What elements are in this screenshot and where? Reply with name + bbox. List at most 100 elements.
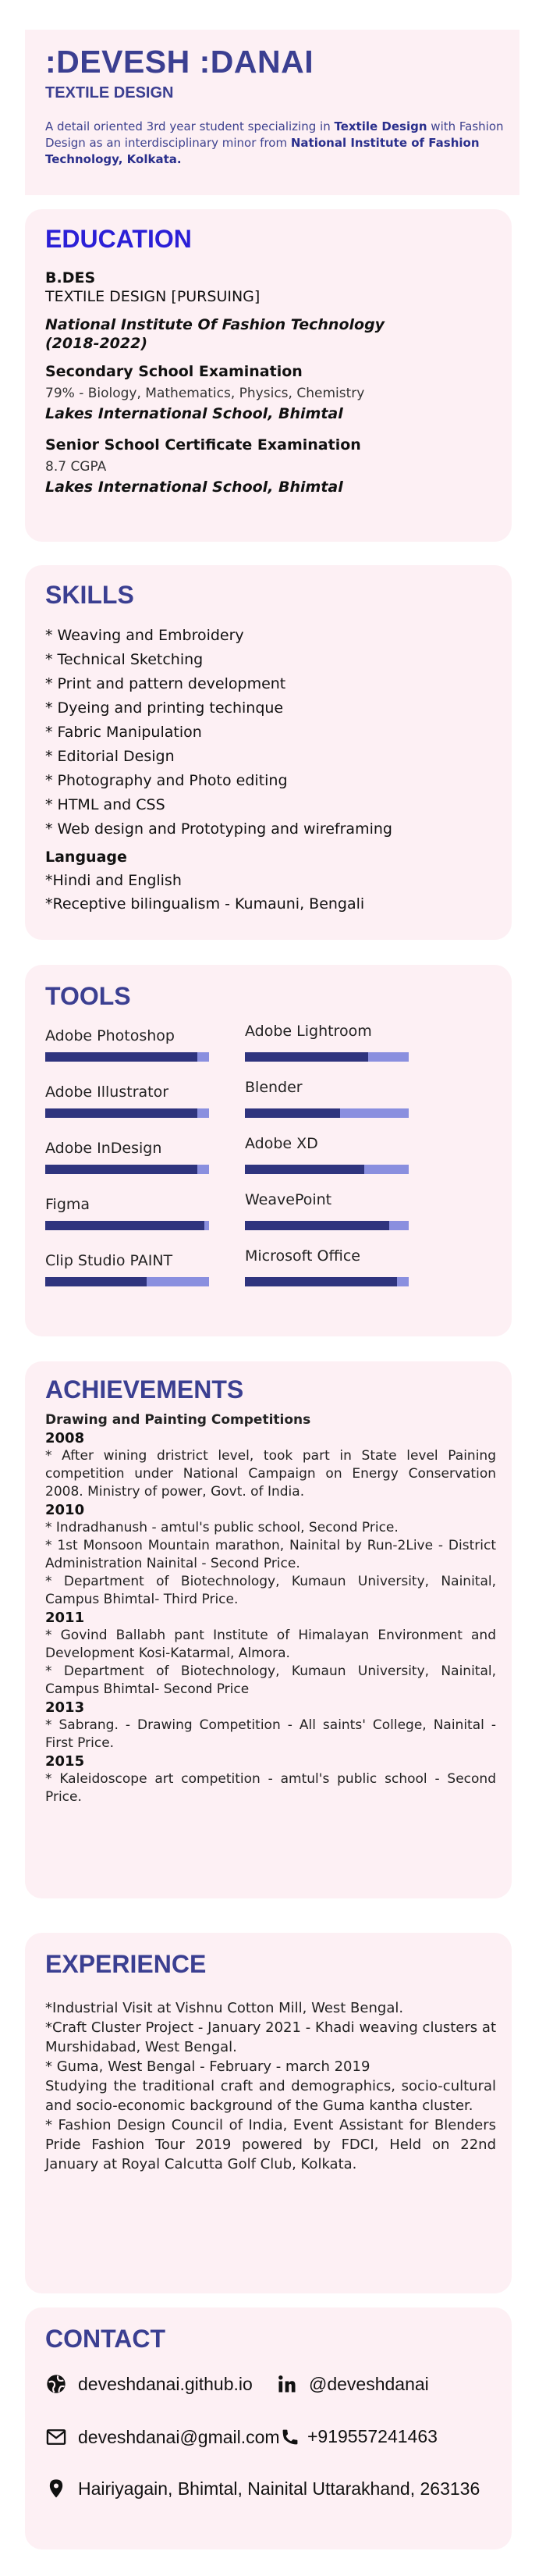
achievement-item: * Department of Biotechnology, Kumaun Un…	[45, 1574, 496, 1607]
skill-level-fill	[45, 1165, 198, 1174]
tool-item: Adobe Lightroom	[245, 1023, 409, 1062]
tool-name: Blender	[245, 1079, 303, 1096]
website-text: deveshdanai.github.io	[78, 2373, 253, 2394]
years: (2018-2022)	[45, 335, 148, 352]
tool-name: Microsoft Office	[245, 1247, 360, 1265]
skill-item: * Dyeing and printing techinque	[45, 699, 284, 717]
degree: B.DES	[45, 269, 96, 286]
tool-name: Adobe Illustrator	[45, 1083, 169, 1101]
sec-exam: Secondary School Examination	[45, 363, 303, 380]
experience-title: EXPERIENCE	[45, 1950, 207, 1978]
language-item: *Receptive bilingualism - Kumauni, Benga…	[45, 895, 365, 913]
skill-level-fill	[245, 1165, 365, 1174]
experience-item: * Fashion Design Council of India, Event…	[45, 2117, 496, 2172]
header-card: :DEVESH :DANAI TEXTILE DESIGN A detail o…	[25, 30, 519, 195]
achievement-item: * Sabrang. - Drawing Competition - All s…	[45, 1717, 496, 1751]
sec-school: Lakes International School, Bhimtal	[45, 405, 343, 422]
skill-level-fill	[245, 1108, 340, 1118]
institute: National Institute Of Fashion Technology	[45, 316, 385, 333]
linkedin-link[interactable]: @deveshdanai	[276, 2373, 429, 2395]
linkedin-text: @deveshdanai	[309, 2373, 429, 2394]
phone-link[interactable]: +919557241463	[281, 2426, 438, 2447]
achievement-year: 2015	[45, 1753, 85, 1770]
sen-school: Lakes International School, Bhimtal	[45, 479, 343, 496]
skill-item: * Fabric Manipulation	[45, 724, 202, 741]
address-row: Hairiyagain, Bhimtal, Nainital Uttarakha…	[45, 2478, 480, 2500]
tool-name: WeavePoint	[245, 1191, 332, 1208]
language-title: Language	[45, 849, 127, 866]
tool-item: Adobe Photoshop	[45, 1027, 209, 1062]
achievement-year: 2011	[45, 1610, 85, 1626]
experience-item: Studying the traditional craft and demog…	[45, 2078, 496, 2114]
tool-name: Adobe XD	[245, 1135, 318, 1152]
name-heading: :DEVESH :DANAI	[45, 44, 314, 80]
phone-text: +919557241463	[307, 2426, 438, 2446]
skill-level-bar	[245, 1277, 409, 1286]
tool-item: Adobe XD	[245, 1135, 409, 1174]
achievement-item: * Kaleidoscope art competition - amtul's…	[45, 1771, 496, 1805]
tool-item: Adobe InDesign	[45, 1140, 209, 1174]
skill-item: * Weaving and Embroidery	[45, 627, 244, 644]
skill-item: * Photography and Photo editing	[45, 772, 288, 789]
achievement-item: * Govind Ballabh pant Institute of Himal…	[45, 1628, 496, 1661]
phone-icon	[282, 2429, 298, 2444]
tool-item: Blender	[245, 1079, 409, 1118]
achievement-item: * After wining dristrict level, took par…	[45, 1448, 496, 1500]
experience-item: *Craft Cluster Project - January 2021 - …	[45, 2019, 496, 2055]
linkedin-icon	[278, 2375, 296, 2393]
skill-item: * Technical Sketching	[45, 651, 204, 668]
location-pin-icon	[49, 2479, 63, 2498]
achievements-card: ACHIEVEMENTS Drawing and Painting Compet…	[25, 1361, 512, 1898]
tool-name: Adobe Photoshop	[45, 1027, 175, 1044]
email-text: deveshdanai@gmail.com	[78, 2426, 280, 2447]
skill-level-bar	[245, 1165, 409, 1174]
skill-level-bar	[45, 1221, 209, 1230]
skill-level-fill	[45, 1277, 147, 1286]
mail-icon	[46, 2429, 66, 2445]
skill-level-fill	[245, 1052, 368, 1062]
achievement-item: * Indradhanush - amtul's public school, …	[45, 1520, 399, 1535]
achievement-year: 2008	[45, 1430, 85, 1446]
program: TEXTILE DESIGN [PURSUING]	[45, 288, 261, 305]
skill-level-bar	[45, 1108, 209, 1118]
skills-card: SKILLS * Weaving and Embroidery * Technic…	[25, 565, 512, 940]
achievement-year: 2013	[45, 1699, 85, 1716]
contact-card: CONTACT deveshdanai.github.io @deveshdan…	[25, 2307, 512, 2549]
skill-item: * Editorial Design	[45, 748, 175, 765]
skill-level-bar	[45, 1277, 209, 1286]
achievements-list: Drawing and Painting Competitions 2008 * A…	[45, 1411, 496, 1806]
achievement-heading: Drawing and Painting Competitions	[45, 1412, 311, 1428]
skill-level-fill	[45, 1221, 204, 1230]
email-link[interactable]: deveshdanai@gmail.com	[45, 2426, 280, 2448]
tool-item: Clip Studio PAINT	[45, 1252, 209, 1286]
skill-level-bar	[245, 1052, 409, 1062]
skill-item: * Web design and Prototyping and wirefra…	[45, 820, 392, 838]
intro-text: A detail oriented 3rd year student speci…	[45, 119, 504, 166]
tools-title: TOOLS	[45, 982, 131, 1010]
skill-level-fill	[45, 1052, 198, 1062]
tool-name: Adobe Lightroom	[245, 1023, 372, 1040]
achievement-year: 2010	[45, 1502, 85, 1518]
tool-item: Adobe Illustrator	[45, 1083, 209, 1118]
skill-level-bar	[45, 1052, 209, 1062]
experience-card: EXPERIENCE *Industrial Visit at Vishnu C…	[25, 1933, 512, 2293]
website-link[interactable]: deveshdanai.github.io	[45, 2373, 253, 2395]
tool-name: Clip Studio PAINT	[45, 1252, 173, 1269]
tools-card: TOOLS Adobe Photoshop Adobe Lightroom Adob…	[25, 965, 512, 1336]
address-text: Hairiyagain, Bhimtal, Nainital Uttarakha…	[78, 2478, 480, 2499]
experience-list: *Industrial Visit at Vishnu Cotton Mill,…	[45, 1998, 496, 2174]
skill-level-bar	[45, 1165, 209, 1174]
education-card: EDUCATION B.DES TEXTILE DESIGN [PURSUING…	[25, 209, 512, 542]
skill-level-fill	[245, 1221, 389, 1230]
skill-level-bar	[245, 1108, 409, 1118]
tool-item: Figma	[45, 1196, 209, 1230]
achievement-item: * 1st Monsoon Mountain marathon, Nainita…	[45, 1538, 496, 1571]
skill-level-bar	[245, 1221, 409, 1230]
tool-item: Microsoft Office	[245, 1247, 409, 1286]
skill-level-fill	[45, 1108, 198, 1118]
experience-item: * Guma, West Bengal - February - march 2…	[45, 2058, 370, 2075]
language-item: *Hindi and English	[45, 872, 182, 889]
achievement-item: * Department of Biotechnology, Kumaun Un…	[45, 1663, 496, 1697]
sen-detail: 8.7 CGPA	[45, 459, 107, 475]
skill-level-fill	[245, 1277, 398, 1286]
